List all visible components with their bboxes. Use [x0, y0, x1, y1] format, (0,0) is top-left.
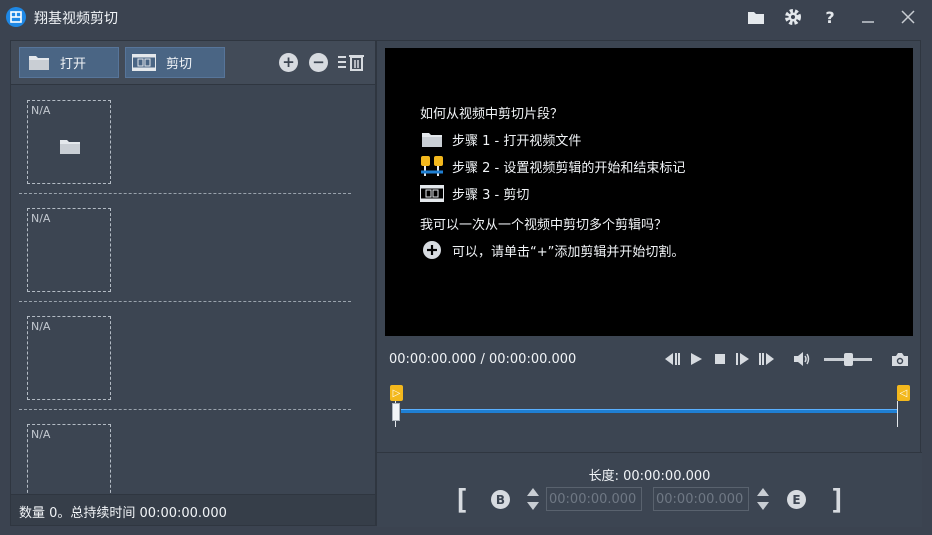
next-frame-icon[interactable]	[734, 350, 752, 368]
clip-list[interactable]: N/A N/A N/A N/A	[11, 86, 375, 494]
clip-thumbnail: N/A	[27, 208, 111, 292]
folder-icon	[420, 129, 444, 149]
clip-slot[interactable]: N/A	[19, 194, 351, 302]
folder-icon	[59, 138, 81, 155]
set-start-bracket-icon[interactable]: [	[453, 483, 470, 516]
help-step-2: 步骤 2 - 设置视频剪辑的开始和结束标记	[420, 156, 685, 176]
player-panel: 如何从视频中剪切片段？ 步骤 1 - 打开视频文件 步骤 2 - 设置视频剪辑的…	[376, 40, 922, 527]
clip-toolbar: 打开 剪切 + −	[11, 41, 375, 85]
prev-frame-icon[interactable]	[663, 350, 681, 368]
gear-icon[interactable]	[782, 6, 804, 28]
close-icon[interactable]	[897, 6, 919, 28]
start-marker[interactable]: ▷	[390, 385, 403, 401]
volume-icon[interactable]	[793, 350, 811, 368]
end-time-spinner[interactable]	[755, 487, 771, 511]
end-marker-line	[897, 401, 898, 427]
timeline-track[interactable]	[401, 409, 897, 413]
folder-icon	[28, 54, 50, 71]
clip-thumbnail: N/A	[27, 100, 111, 184]
help-step-1: 步骤 1 - 打开视频文件	[420, 129, 581, 149]
open-button[interactable]: 打开	[19, 47, 119, 78]
cut-button-label: 剪切	[166, 57, 193, 72]
clear-list-icon[interactable]	[337, 53, 365, 71]
minimize-icon[interactable]	[857, 6, 879, 28]
clip-slot[interactable]: N/A	[19, 302, 351, 410]
help-answer-2-text: 可以，请单击“+”添加剪辑并开始切割。	[452, 244, 685, 260]
markers-icon	[420, 156, 444, 176]
clip-list-panel: 打开 剪切 + − N/A N/A N/A N/A 数量 0。总持续时间 00:…	[10, 40, 376, 526]
clip-thumbnail: N/A	[27, 424, 111, 494]
playback-timecode: 00:00:00.000 / 00:00:00.000	[389, 352, 577, 367]
folder-icon[interactable]	[745, 6, 767, 28]
start-time-spinner[interactable]	[525, 487, 541, 511]
cut-button[interactable]: 剪切	[125, 47, 225, 78]
timeline[interactable]: ▷ ◁	[377, 383, 922, 453]
help-step-2-text: 步骤 2 - 设置视频剪辑的开始和结束标记	[452, 160, 686, 176]
playhead-handle[interactable]	[392, 403, 400, 421]
clip-slot[interactable]: N/A	[19, 410, 351, 494]
start-time-input[interactable]	[546, 487, 642, 511]
title-bar: 翔基视频剪切 ?	[0, 0, 932, 34]
goto-begin-icon[interactable]: B	[491, 490, 510, 509]
thumbnail-label: N/A	[31, 104, 51, 117]
clip-count-status: 数量 0。总持续时间 00:00:00.000	[11, 494, 375, 525]
help-icon[interactable]: ?	[819, 6, 841, 28]
end-time-input[interactable]	[653, 487, 749, 511]
trim-controls: 长度: 00:00:00.000 [ B E ]	[377, 452, 922, 527]
clip-thumbnail: N/A	[27, 316, 111, 400]
film-icon	[420, 183, 444, 203]
open-button-label: 打开	[60, 57, 87, 72]
next-marker-icon[interactable]	[758, 350, 776, 368]
video-preview[interactable]: 如何从视频中剪切片段？ 步骤 1 - 打开视频文件 步骤 2 - 设置视频剪辑的…	[385, 48, 913, 336]
goto-end-icon[interactable]: E	[787, 490, 806, 509]
add-icon	[420, 240, 444, 260]
play-icon[interactable]	[687, 350, 705, 368]
snapshot-camera-icon[interactable]	[891, 350, 909, 368]
clip-slot[interactable]: N/A	[19, 86, 351, 194]
thumbnail-label: N/A	[31, 320, 51, 333]
set-end-bracket-icon[interactable]: ]	[829, 483, 846, 516]
clip-length-label: 长度: 00:00:00.000	[588, 469, 711, 484]
volume-slider-thumb[interactable]	[844, 353, 853, 366]
thumbnail-label: N/A	[31, 428, 51, 441]
app-logo-icon	[6, 7, 26, 27]
app-title: 翔基视频剪切	[34, 11, 118, 27]
help-step-3-text: 步骤 3 - 剪切	[452, 187, 530, 203]
help-step-3: 步骤 3 - 剪切	[420, 183, 529, 203]
help-step-1-text: 步骤 1 - 打开视频文件	[452, 133, 582, 149]
add-clip-icon[interactable]: +	[279, 53, 298, 72]
film-icon	[132, 54, 156, 71]
help-question-1: 如何从视频中剪切片段？	[420, 107, 564, 122]
help-question-2: 我可以一次从一个视频中剪切多个剪辑吗？	[420, 218, 668, 233]
remove-clip-icon[interactable]: −	[309, 53, 328, 72]
thumbnail-label: N/A	[31, 212, 51, 225]
end-marker[interactable]: ◁	[897, 385, 910, 401]
help-answer-2: 可以，请单击“+”添加剪辑并开始切割。	[420, 240, 684, 260]
stop-icon[interactable]	[711, 350, 729, 368]
